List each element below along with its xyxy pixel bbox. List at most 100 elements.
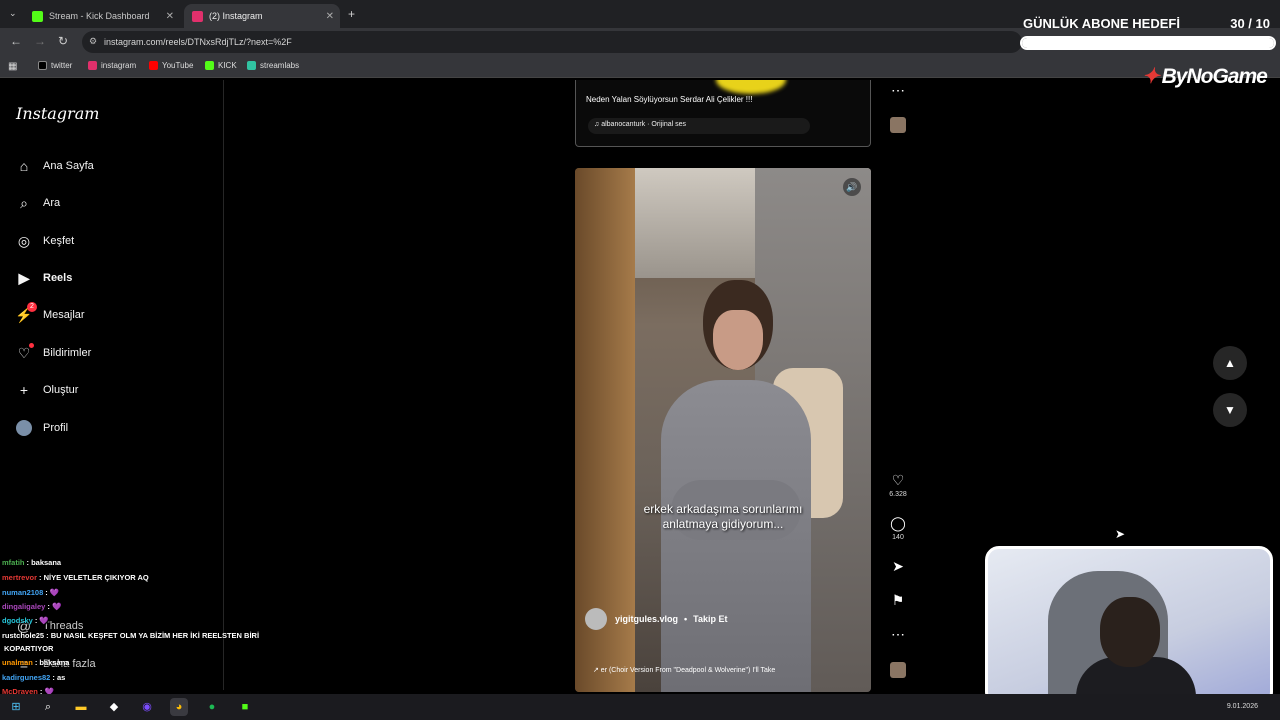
reel-actions: ⋯ ♡ 6.328 ◯ 140 ➤ ⚑ ⋯: [884, 0, 912, 720]
tab-label: Stream - Kick Dashboard: [49, 11, 150, 21]
stream-app-icon[interactable]: ■: [236, 698, 254, 716]
sidebar-item-notifications[interactable]: ♡ Bildirimler: [16, 343, 91, 361]
sidebar-item-explore[interactable]: ◎ Keşfet: [16, 233, 74, 249]
instagram-logo[interactable]: Instagram: [16, 104, 99, 123]
bookmark-kick[interactable]: KICK: [205, 61, 237, 70]
follow-button[interactable]: Takip Et: [693, 614, 727, 624]
search-icon: ⌕: [20, 194, 28, 211]
prev-audio-thumbnail[interactable]: [890, 117, 906, 133]
chat-username: rustchole25: [2, 631, 45, 640]
search-icon[interactable]: ⌕: [39, 698, 57, 716]
bookmark-youtube[interactable]: YouTube: [149, 61, 193, 70]
chevron-up-icon: ▲: [1224, 356, 1236, 370]
apps-icon[interactable]: ▦: [8, 61, 17, 72]
back-icon[interactable]: ←: [10, 34, 22, 48]
bookmark-streamlabs[interactable]: streamlabs: [247, 61, 299, 70]
stream-chat-overlay: mfatih: baksana mertrevor: NİYE VELETLER …: [0, 556, 290, 701]
more-options-icon[interactable]: ⋯: [884, 82, 912, 99]
kick-icon: [32, 10, 43, 22]
chat-username: mfatih: [2, 558, 25, 567]
chat-message: rustchole25: BU NASIL KEŞFET OLM YA BİZİ…: [2, 631, 259, 640]
tab-label: (2) Instagram: [209, 11, 263, 21]
bookmark-twitter[interactable]: twitter: [38, 61, 72, 70]
like-button[interactable]: ♡ 6.328: [884, 472, 912, 498]
home-icon: ⌂: [19, 158, 29, 174]
like-count: 6.328: [889, 491, 907, 498]
kick-icon: [205, 61, 214, 70]
chat-message: mfatih: baksana: [2, 558, 61, 567]
youtube-icon: [149, 61, 158, 70]
site-info-icon[interactable]: ⚙: [89, 36, 97, 47]
comment-count: 140: [892, 534, 904, 541]
tab-kick-dashboard[interactable]: Stream - Kick Dashboard ✕: [24, 4, 180, 28]
chat-text: : BU NASIL KEŞFET OLM YA BİZİM HER İKİ R…: [46, 631, 260, 640]
chat-text: : NİYE VELETLER ÇIKIYOR AQ: [39, 573, 149, 582]
sidebar-item-search[interactable]: ⌕ Ara: [16, 195, 60, 211]
forward-icon[interactable]: →: [34, 34, 46, 48]
volume-icon[interactable]: 🔊: [843, 178, 861, 196]
chat-username: dingaligaley: [2, 602, 46, 611]
sidebar-item-reels[interactable]: ▶ Reels: [16, 269, 73, 286]
comment-button[interactable]: ◯ 140: [884, 515, 912, 541]
comment-icon: ◯: [890, 515, 906, 531]
sidebar-item-messages[interactable]: ⚡ 2 Mesajlar: [15, 302, 85, 323]
reels-icon: ▶: [18, 269, 30, 286]
share-icon[interactable]: ➤: [884, 558, 912, 575]
chat-text: : 💜: [47, 602, 62, 611]
chat-username: dgodsky: [2, 616, 33, 625]
bookmark-icon[interactable]: ⚑: [884, 592, 912, 609]
sidebar-item-create[interactable]: + Oluştur: [16, 382, 79, 398]
chrome-icon[interactable]: ◕: [170, 698, 188, 716]
windows-start-icon[interactable]: ⊞: [7, 698, 25, 716]
reel-author: yigitgules.vlog • Takip Et: [585, 608, 728, 630]
close-tab-icon[interactable]: ✕: [326, 11, 334, 22]
tab-instagram[interactable]: (2) Instagram ✕: [184, 4, 340, 28]
chat-username: unalman: [2, 658, 33, 667]
sidebar-item-profile[interactable]: Profil: [16, 420, 68, 436]
video-person: [661, 280, 811, 692]
webcam-overlay: [985, 546, 1273, 706]
taskbar-date: 9.01.2026: [1226, 703, 1258, 710]
person-face: [713, 310, 763, 370]
chat-message: dgodsky: 💜: [2, 616, 49, 625]
author-name[interactable]: yigitgules.vlog: [615, 614, 678, 624]
reel-thumbnail: [716, 80, 786, 94]
chat-message: kadirgunes82: as: [2, 673, 65, 682]
streamlabs-icon: [247, 61, 256, 70]
discord-icon[interactable]: ◉: [138, 698, 156, 716]
tab-search-icon[interactable]: ⌄: [9, 8, 17, 19]
reload-icon[interactable]: ↻: [58, 34, 68, 48]
audio-thumbnail[interactable]: [890, 662, 906, 678]
instagram-icon: [88, 61, 97, 70]
previous-reel-button[interactable]: ▲: [1213, 346, 1247, 380]
reel-music[interactable]: ↗ er (Choir Version From "Deadpool & Wol…: [593, 666, 775, 674]
reel-audio[interactable]: ♫ albanocanturk · Orijinal ses: [588, 118, 810, 134]
flame-icon: ✦: [1142, 65, 1160, 88]
reel-video[interactable]: 🔊 erkek arkadaşıma sorunlarımı anlatmaya…: [575, 168, 871, 692]
sidebar-item-home[interactable]: ⌂ Ana Sayfa: [16, 158, 94, 174]
close-tab-icon[interactable]: ✕: [166, 11, 174, 22]
chevron-down-icon: ▼: [1224, 403, 1236, 417]
folder-icon[interactable]: ▬: [72, 698, 90, 716]
x-icon: [38, 61, 47, 70]
bookmark-instagram[interactable]: instagram: [88, 61, 136, 70]
more-options-icon[interactable]: ⋯: [884, 626, 912, 643]
author-avatar[interactable]: [585, 608, 607, 630]
chat-text: : 💜: [45, 588, 60, 597]
windows-taskbar: ⊞ ⌕ ▬ ◆ ◉ ◕ ● ■ 9.01.2026: [0, 694, 1280, 720]
url-text: instagram.com/reels/DTNxsRdjTLz/?next=%2…: [104, 37, 292, 47]
spotify-icon[interactable]: ●: [203, 698, 221, 716]
chat-text: : baksana: [26, 558, 62, 567]
next-reel-button[interactable]: ▼: [1213, 393, 1247, 427]
messages-badge: 2: [27, 302, 37, 312]
avatar-icon: [16, 420, 32, 436]
chat-text: : as: [52, 673, 66, 682]
reel-previous[interactable]: Neden Yalan Söylüyorsun Serdar Ali Çelik…: [575, 80, 871, 147]
goal-count: 30 / 10: [1230, 16, 1270, 31]
heart-icon: ♡: [16, 343, 34, 361]
reel-caption: Neden Yalan Söylüyorsun Serdar Ali Çelik…: [586, 95, 753, 104]
url-field[interactable]: ⚙ instagram.com/reels/DTNxsRdjTLz/?next=…: [82, 31, 1022, 53]
app-icon[interactable]: ◆: [105, 698, 123, 716]
chat-message: KOPARTIYOR: [2, 644, 53, 653]
new-tab-icon[interactable]: +: [348, 7, 355, 21]
